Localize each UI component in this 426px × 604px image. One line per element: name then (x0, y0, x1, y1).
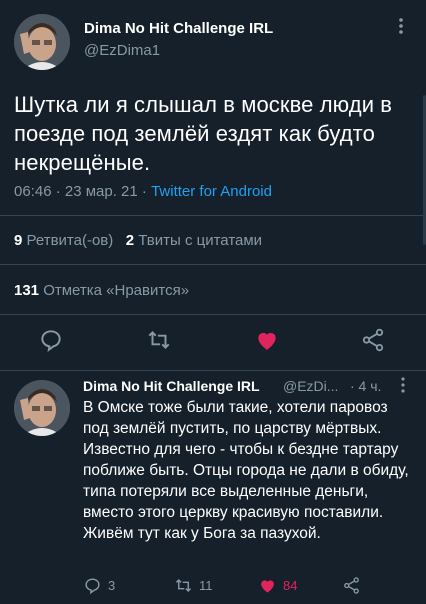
reply-icon-svg (41, 330, 61, 352)
heart-icon (261, 580, 274, 593)
reply-handle[interactable]: @EzDi... (283, 378, 338, 394)
display-name[interactable]: Dima No Hit Challenge IRL (84, 20, 273, 37)
likes-label: Отметка «Нравится» (43, 282, 190, 299)
quotes-count: 2 (125, 232, 135, 249)
heart-icon-svg (258, 332, 276, 350)
reply-icon (85, 578, 100, 595)
reply-icon[interactable] (38, 327, 64, 353)
tweet-text: Шутка ли я слышал в москве люди в поезде… (14, 92, 393, 175)
more-icon-svg (399, 18, 403, 34)
share-icon[interactable] (360, 327, 386, 353)
tweet-time[interactable]: 06:46 · 23 мар. 21 · (14, 183, 151, 200)
reply-tweet[interactable]: Dima No Hit Challenge IRL @EzDi... · 4 ч… (0, 372, 426, 604)
divider (0, 370, 426, 371)
tweet-meta: 06:46 · 23 мар. 21 · Twitter for Android (14, 183, 272, 200)
heart-icon[interactable] (254, 327, 280, 353)
reply-count: 3 (108, 578, 116, 593)
share-icon-svg (362, 328, 384, 352)
more-icon[interactable] (398, 376, 408, 399)
reply-like-action[interactable]: 84 (258, 576, 297, 596)
quotes-label: Твиты с цитатами (138, 232, 263, 249)
tweet-source[interactable]: Twitter for Android (151, 183, 272, 200)
retweet-icon-svg (148, 331, 170, 349)
retweets-label: Ретвита(-ов) (26, 232, 114, 249)
divider (0, 264, 426, 265)
retweets-count: 9 (14, 232, 23, 249)
divider (0, 314, 426, 315)
avatar[interactable] (14, 14, 70, 70)
more-icon-svg (401, 377, 405, 393)
avatar[interactable] (14, 380, 70, 436)
reply-reply-action[interactable]: 3 (83, 576, 115, 596)
retweet-icon (175, 578, 192, 593)
share-icon (344, 577, 359, 594)
reply-display-name[interactable]: Dima No Hit Challenge IRL (83, 378, 260, 394)
reply-text: В Омске тоже были такие, хотели паровоз … (83, 399, 409, 542)
retweet-icon[interactable] (146, 327, 172, 353)
reply-retweet-action[interactable]: 11 (174, 576, 213, 596)
reply-age[interactable]: · 4 ч. (350, 378, 381, 394)
retweets-stat[interactable]: 9 Ретвита(-ов) 2 Твиты с цитатами (14, 232, 262, 249)
retweet-count: 11 (199, 578, 213, 593)
reply-share-action[interactable] (342, 576, 361, 596)
tweet-actions (0, 322, 426, 358)
likes-stat[interactable]: 131 Отметка «Нравится» (14, 282, 189, 299)
handle[interactable]: @EzDima1 (84, 42, 160, 59)
like-count: 84 (283, 578, 298, 593)
avatar-image (14, 380, 70, 436)
more-icon[interactable] (394, 16, 408, 41)
avatar-image (14, 14, 70, 70)
likes-count: 131 (14, 282, 40, 299)
divider (0, 215, 426, 216)
main-tweet: Dima No Hit Challenge IRL @EzDima1 Шутка… (0, 0, 426, 372)
